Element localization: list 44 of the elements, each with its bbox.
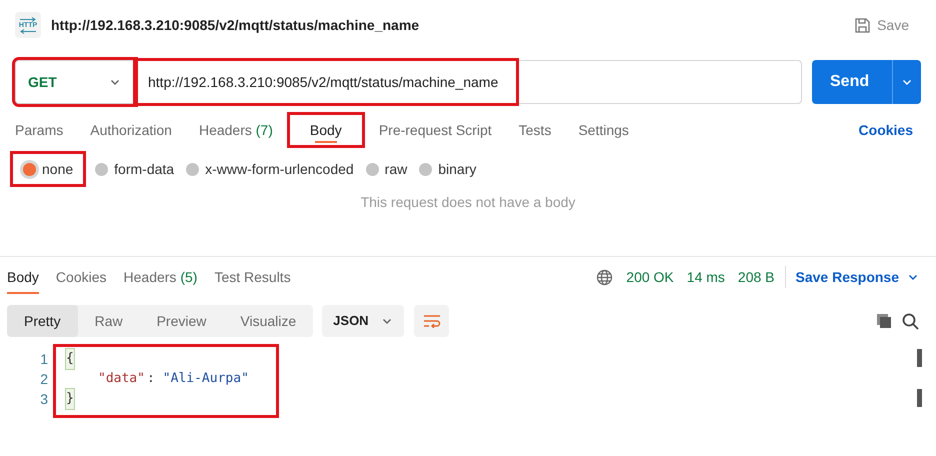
request-tab[interactable]: Tests xyxy=(508,115,562,145)
line-number: 2 xyxy=(40,370,48,389)
globe-icon xyxy=(596,268,614,286)
wrap-lines-button[interactable] xyxy=(414,305,450,337)
save-response-button[interactable]: Save Response xyxy=(796,266,919,288)
format-dropdown[interactable]: JSON xyxy=(322,305,404,337)
cookies-link[interactable]: Cookies xyxy=(858,120,913,140)
wrap-lines-icon xyxy=(422,314,441,328)
view-mode-tab[interactable]: Raw xyxy=(78,305,140,337)
search-icon[interactable] xyxy=(902,312,919,330)
url-field[interactable]: http://192.168.3.210:9085/v2/mqtt/status/machine_name xyxy=(135,60,802,104)
copy-icon[interactable] xyxy=(876,313,892,329)
status-code: 200 OK xyxy=(626,268,674,286)
body-type-radio[interactable]: binary xyxy=(419,154,476,184)
body-type-radio[interactable]: x-www-form-urlencoded xyxy=(186,154,354,184)
response-tab[interactable]: Test Results xyxy=(214,260,291,294)
scrollbar-thumb[interactable] xyxy=(917,389,922,407)
view-mode-tab[interactable]: Preview xyxy=(140,305,224,337)
response-time: 14 ms xyxy=(686,268,725,286)
request-tab[interactable]: Pre-request Script xyxy=(368,115,502,145)
line-number: 1 xyxy=(40,350,48,369)
response-code: { "data": "Ali-Aurpa" } xyxy=(56,347,276,415)
body-type-radio[interactable]: form-data xyxy=(95,154,174,184)
request-tab[interactable]: Settings xyxy=(568,115,639,145)
response-size: 208 B xyxy=(738,268,774,286)
save-icon xyxy=(854,16,872,34)
response-tab[interactable]: Body xyxy=(7,260,39,294)
response-tab[interactable]: Headers (5) xyxy=(124,260,198,294)
save-button[interactable]: Save xyxy=(854,14,909,36)
empty-body-message: This request does not have a body xyxy=(360,193,576,212)
send-button[interactable]: Send xyxy=(812,60,921,104)
view-mode-tab[interactable]: Visualize xyxy=(223,305,314,337)
body-type-radio[interactable]: raw xyxy=(366,154,408,184)
request-tab[interactable]: Params xyxy=(15,115,74,145)
method-dropdown[interactable]: GET xyxy=(15,60,135,104)
view-mode-tab[interactable]: Pretty xyxy=(7,305,78,337)
request-tab[interactable]: Body xyxy=(290,115,362,145)
request-tab[interactable]: Authorization xyxy=(80,115,182,145)
request-tab[interactable]: Headers (7) xyxy=(188,115,283,145)
request-title: http://192.168.3.210:9085/v2/mqtt/status/machine_name xyxy=(51,16,420,35)
response-tab[interactable]: Cookies xyxy=(56,260,107,294)
line-number: 3 xyxy=(40,390,48,409)
body-type-radio[interactable]: none xyxy=(13,154,84,184)
scrollbar-thumb[interactable] xyxy=(917,349,922,367)
